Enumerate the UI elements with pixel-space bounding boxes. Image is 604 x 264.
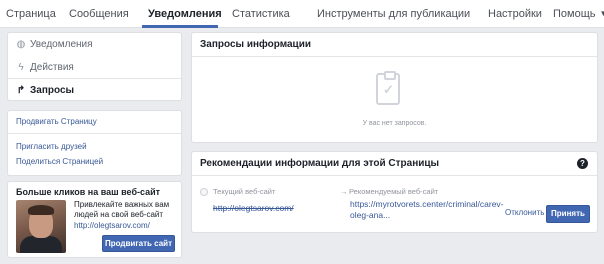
- share-page-link[interactable]: Поделиться Страницей: [16, 157, 103, 166]
- ad-title: Больше кликов на ваш веб-сайт: [16, 187, 161, 197]
- info-recommendations-panel: Рекомендации информации для этой Страниц…: [191, 151, 598, 233]
- ad-description: Привлекайте важных вам людей на свой веб…: [74, 200, 170, 219]
- current-website-radio[interactable]: [200, 188, 208, 196]
- promote-website-button[interactable]: Продвигать сайт: [102, 235, 175, 252]
- sidebar-item-label: Действия: [30, 62, 74, 73]
- tab-settings[interactable]: Настройки: [488, 0, 542, 28]
- share-arrow-icon: ↱: [16, 85, 26, 96]
- tab-notifications[interactable]: Уведомления: [148, 0, 222, 28]
- panel-title: Рекомендации информации для этой Страниц…: [192, 152, 597, 176]
- sidebar-item-requests[interactable]: ↱ Запросы: [8, 78, 181, 101]
- sidebar-item-label: Уведомления: [30, 39, 93, 50]
- sidebar-item-activity[interactable]: ϟ Действия: [8, 56, 181, 79]
- help-icon[interactable]: ?: [577, 158, 588, 169]
- divider: [8, 133, 181, 134]
- recommended-website-label: Рекомендуемый веб-сайт: [349, 187, 439, 196]
- empty-state-text: У вас нет запросов.: [362, 120, 427, 127]
- tab-insights[interactable]: Статистика: [232, 0, 290, 28]
- reject-button[interactable]: Отклонить: [505, 208, 544, 217]
- ad-website-link[interactable]: http://olegtsarov.com/: [74, 221, 150, 230]
- arrow-right-icon: →: [340, 187, 348, 196]
- bolt-icon: ϟ: [18, 62, 24, 73]
- help-label: Помощь: [553, 8, 596, 20]
- help-menu[interactable]: Помощь ▼: [553, 0, 604, 28]
- tab-publishing-tools[interactable]: Инструменты для публикации: [317, 0, 470, 28]
- current-website-label: Текущий веб-сайт: [213, 187, 276, 196]
- info-requests-panel: Запросы информации ✓ У вас нет запросов.: [191, 32, 598, 143]
- current-website-url: http://olegtsarov.com/: [213, 203, 294, 213]
- accept-button[interactable]: Принять: [546, 205, 590, 223]
- globe-icon: ◍: [16, 39, 26, 50]
- sidebar-nav: ◍ Уведомления ϟ Действия ↱ Запросы: [7, 32, 182, 101]
- page-top-nav: Страница Сообщения Уведомления Статистик…: [0, 0, 604, 28]
- tab-page[interactable]: Страница: [6, 0, 56, 28]
- chevron-down-icon: ▼: [599, 9, 604, 18]
- promote-page-link[interactable]: Продвигать Страницу: [16, 117, 97, 126]
- recommended-website-url[interactable]: https://myrotvorets.center/criminal/care…: [350, 199, 504, 221]
- ad-profile-photo: [16, 200, 66, 253]
- clipboard-icon: ✓: [376, 71, 400, 105]
- promote-website-ad: Больше кликов на ваш веб-сайт Привлекайт…: [7, 181, 182, 258]
- tab-messages[interactable]: Сообщения: [69, 0, 129, 28]
- page-actions-box: Продвигать Страницу Пригласить друзей По…: [7, 110, 182, 176]
- sidebar-item-label: Запросы: [30, 85, 75, 96]
- sidebar-item-notifications[interactable]: ◍ Уведомления: [8, 33, 181, 56]
- panel-title: Запросы информации: [192, 33, 597, 57]
- active-tab-indicator: [142, 25, 218, 28]
- invite-friends-link[interactable]: Пригласить друзей: [16, 142, 87, 151]
